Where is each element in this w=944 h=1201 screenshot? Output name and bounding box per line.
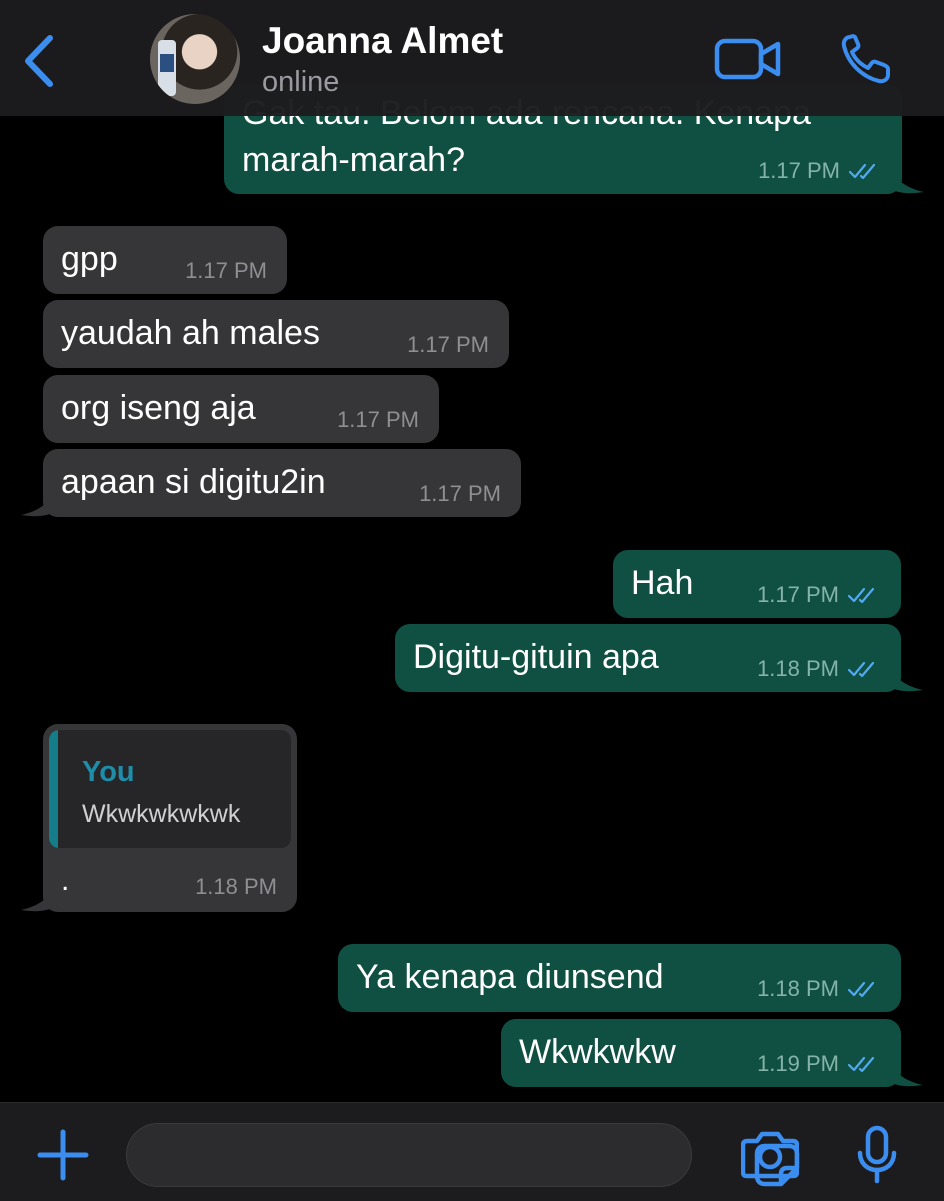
message-field[interactable] — [126, 1123, 800, 1187]
message-time: 1.17 PM — [758, 158, 840, 183]
message-time: 1.17 PM — [185, 258, 267, 283]
read-ticks-icon — [848, 163, 876, 180]
video-camera-icon[interactable] — [714, 36, 782, 82]
message-text-line2: marah-marah? — [242, 141, 465, 179]
message-outgoing[interactable]: Ya kenapa diunsend 1.18 PM — [338, 944, 901, 1012]
quote-text: Wkwkwkwkwk — [82, 800, 241, 828]
read-ticks-icon — [847, 587, 875, 604]
camera-icon[interactable] — [741, 1129, 799, 1179]
message-incoming[interactable]: gpp 1.17 PM — [43, 226, 287, 294]
message-text: . — [61, 864, 70, 897]
contact-name[interactable]: Joanna Almet — [262, 20, 503, 62]
message-text: apaan si digitu2in — [61, 463, 326, 501]
bubble-tail — [889, 1061, 923, 1087]
message-text: org iseng aja — [61, 389, 256, 427]
message-time: 1.19 PM — [757, 1051, 839, 1076]
message-input-bar — [0, 1102, 944, 1201]
message-text: yaudah ah males — [61, 314, 320, 352]
message-incoming-reply[interactable]: You Wkwkwkwkwk . 1.18 PM — [21, 724, 297, 912]
chevron-left-icon[interactable] — [18, 34, 62, 88]
message-text: Ya kenapa diunsend — [356, 958, 664, 996]
bubble-tail — [21, 491, 55, 517]
plus-icon[interactable] — [36, 1128, 90, 1182]
message-text: Hah — [631, 564, 694, 602]
chat-area[interactable]: Gak tau. Belom ada rencana. Kenapa marah… — [0, 0, 944, 1102]
bubble-tail — [889, 666, 923, 692]
message-outgoing[interactable]: Digitu-gituin apa 1.18 PM — [395, 624, 923, 692]
message-text: Wkwkwkw — [519, 1033, 676, 1071]
message-time: 1.17 PM — [419, 481, 501, 506]
quote-author: You — [82, 756, 135, 788]
avatar-photo-detail — [158, 40, 176, 96]
message-incoming[interactable]: yaudah ah males 1.17 PM — [43, 300, 509, 368]
avatar[interactable] — [150, 14, 240, 104]
message-time: 1.17 PM — [337, 407, 419, 432]
quote-accent-bar — [49, 730, 58, 848]
quoted-message[interactable]: You Wkwkwkwkwk — [49, 730, 291, 848]
message-outgoing[interactable]: Hah 1.17 PM — [613, 550, 901, 618]
message-incoming[interactable]: apaan si digitu2in 1.17 PM — [21, 449, 521, 517]
bubble-tail — [21, 886, 55, 912]
message-outgoing[interactable]: Wkwkwkw 1.19 PM — [501, 1019, 923, 1087]
microphone-icon[interactable] — [855, 1125, 899, 1185]
bubble-tail — [890, 168, 924, 194]
message-time: 1.18 PM — [757, 656, 839, 681]
message-text: Digitu-gituin apa — [413, 638, 659, 676]
message-time: 1.17 PM — [407, 332, 489, 357]
phone-icon[interactable] — [840, 33, 896, 85]
message-time: 1.18 PM — [195, 874, 277, 899]
message-time: 1.18 PM — [757, 976, 839, 1001]
message-input[interactable] — [147, 1136, 621, 1178]
message-time: 1.17 PM — [757, 582, 839, 607]
message-text: gpp — [61, 240, 118, 278]
contact-status: online — [262, 66, 340, 98]
message-incoming[interactable]: org iseng aja 1.17 PM — [43, 375, 439, 443]
read-ticks-icon — [847, 661, 875, 678]
read-ticks-icon — [847, 1056, 875, 1073]
read-ticks-icon — [847, 981, 875, 998]
chat-header: Joanna Almet online — [0, 0, 944, 116]
